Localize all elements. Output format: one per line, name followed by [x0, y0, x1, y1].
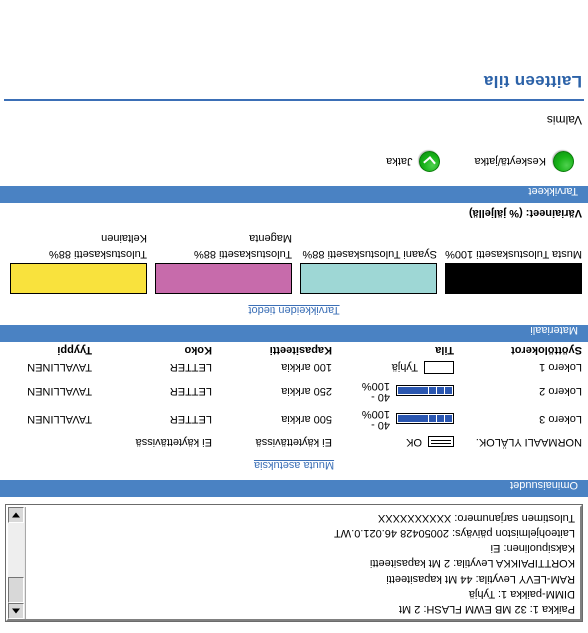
toner-cell-magenta: Tulostuskasetti 88% Magenta — [155, 231, 292, 294]
properties-area: Paikka 1: 32 MB EWM FLASH: 2 Mt DIMM-pai… — [0, 504, 588, 633]
column-header-size: Koko — [184, 344, 213, 356]
scroll-down-arrow-icon[interactable] — [8, 507, 25, 523]
tray-status-text: Tyhjä — [391, 361, 418, 374]
info-line: Laiteohjelmiston päiväys: 20050428 46.02… — [334, 526, 575, 539]
gauge-range-high: 100% — [361, 408, 390, 420]
gauge-range-high: 100% — [361, 380, 390, 392]
scroll-up-arrow-icon[interactable] — [8, 603, 25, 619]
toner-cell-black: Musta Tulostuskasetti 100% — [445, 231, 582, 294]
column-header-capacity: Kapasiteetti — [269, 344, 332, 356]
tray-type: TAVALLINEN — [27, 361, 92, 374]
listbox-scrollbar[interactable] — [8, 507, 26, 619]
pause-resume-label: Keskeytä/jatka — [474, 155, 546, 168]
device-status-text: Valmis — [546, 113, 582, 127]
column-header-source: Syöttölokerot — [511, 344, 582, 356]
device-info-listbox[interactable]: Paikka 1: 32 MB EWM FLASH: 2 Mt DIMM-pai… — [5, 504, 583, 622]
column-header-status: Tila — [435, 344, 454, 356]
tray-source: Lokero 3 — [539, 413, 582, 425]
section-header-material: Materiaali — [0, 324, 588, 342]
toner-caption: Väriaineet: (% jäljellä) — [468, 207, 582, 219]
table-row: Lokero 1 Tyhjä 100 arkkia LETTER TAVALLI… — [0, 358, 588, 377]
green-resume-led-icon — [419, 151, 441, 172]
toner-bar-yellow — [10, 263, 147, 294]
toner-bars-row: Musta Tulostuskasetti 100% Syaani Tulost… — [0, 227, 588, 298]
supplies-button-row: Keskeytä/jatka Jatka — [0, 141, 588, 186]
tray-level-gauge — [396, 413, 454, 425]
tray-capacity: 250 arkkia — [281, 385, 332, 397]
rotated-page-wrapper: Paikka 1: 32 MB EWM FLASH: 2 Mt DIMM-pai… — [0, 0, 588, 633]
toner-label-black: Musta Tulostuskasetti 100% — [445, 248, 582, 260]
column-header-type: Tyyppi — [57, 344, 92, 356]
gauge-range-low: 40 - — [371, 391, 390, 403]
table-header-row: Syöttölokerot Tila Kapasiteetti Koko Tyy… — [0, 342, 588, 358]
tray-size: Ei käytettävissä — [135, 436, 212, 448]
info-line: Paikka 1: 32 MB EWM FLASH: 2 Mt — [398, 603, 575, 615]
change-settings-link[interactable]: Muuta asetuksia — [254, 459, 334, 471]
tray-size: LETTER — [169, 385, 212, 397]
tray-size: LETTER — [169, 413, 212, 425]
tray-size: LETTER — [169, 361, 212, 374]
section-header-supplies: Tarvikkeet — [0, 185, 588, 203]
table-row: Lokero 3 40 - 100% 500 arkkia LETTER TAV… — [0, 405, 588, 433]
scrollbar-track[interactable] — [8, 523, 25, 603]
device-status-page: Paikka 1: 32 MB EWM FLASH: 2 Mt DIMM-pai… — [0, 0, 588, 633]
change-settings-link-wrap: Muuta asetuksia — [0, 453, 588, 480]
section-header-properties: Ominaisuudet — [0, 479, 588, 497]
tray-source: NORMAALI YLÄLOK. — [475, 436, 582, 448]
tray-status-text: OK — [406, 436, 422, 448]
page-title: Laitteen tila — [483, 72, 582, 91]
tray-type: TAVALLINEN — [27, 413, 92, 425]
tray-type — [0, 433, 98, 451]
gauge-range-low: 40 - — [371, 419, 390, 431]
paper-trays-table: NORMAALI YLÄLOK. OK Ei käytettävissä Ei … — [0, 342, 588, 451]
toner-bar-cyan — [300, 263, 437, 294]
supplies-details-link[interactable]: Tarvikkeiden tiedot — [248, 304, 339, 316]
tray-status: OK — [338, 433, 460, 451]
supplies-details-link-wrap: Tarvikkeiden tiedot — [0, 298, 588, 325]
info-line: DIMM-paikka 1: Tyhjä — [468, 587, 575, 600]
tray-capacity: Ei käytettävissä — [255, 436, 332, 448]
toner-label-cyan: Syaani Tulostuskasetti 88% — [302, 248, 437, 260]
toner-color-magenta: Magenta — [249, 232, 292, 244]
toner-bar-magenta — [155, 263, 292, 294]
resume-label: Jatka — [386, 155, 413, 168]
pause-resume-button[interactable]: Keskeytä/jatka — [474, 151, 574, 172]
scrollbar-thumb[interactable] — [8, 577, 25, 603]
toner-bar-black — [445, 263, 582, 294]
toner-cell-yellow: Tulostuskasetti 88% Keltainen — [10, 231, 147, 294]
tray-type: TAVALLINEN — [27, 385, 92, 397]
tray-status-text: 40 - 100% — [361, 380, 390, 403]
tray-level-gauge — [396, 385, 454, 397]
tray-status: 40 - 100% — [338, 377, 460, 405]
green-pause-resume-led-icon — [553, 151, 574, 172]
device-info-lines: Paikka 1: 32 MB EWM FLASH: 2 Mt DIMM-pai… — [26, 507, 580, 619]
tray-status: 40 - 100% — [338, 405, 460, 433]
tray-capacity: 100 arkkia — [281, 361, 332, 374]
title-divider — [4, 99, 584, 101]
resume-button[interactable]: Jatka — [386, 151, 441, 172]
toner-color-yellow: Keltainen — [101, 232, 147, 244]
table-row: NORMAALI YLÄLOK. OK Ei käytettävissä Ei … — [0, 433, 588, 451]
info-line: KORTTIPAIKKA Levytila: 2 Mt kapasiteetti — [369, 557, 575, 570]
tray-source: Lokero 2 — [539, 385, 582, 397]
table-row: Lokero 2 40 - 100% 250 arkkia LETTER TAV… — [0, 377, 588, 405]
output-bin-icon — [428, 436, 454, 448]
toner-label-yellow: Tulostuskasetti 88% — [48, 248, 147, 260]
tray-status-text: 40 - 100% — [361, 408, 390, 431]
info-line: Kaksipuolinen: Ei — [490, 542, 575, 555]
info-line: RAM-LEVY Levytila: 44 Mt kapasiteetti — [386, 572, 575, 585]
tray-capacity: 500 arkkia — [281, 413, 332, 425]
toner-cell-cyan: Syaani Tulostuskasetti 88% — [300, 231, 437, 294]
tray-source: Lokero 1 — [539, 361, 582, 374]
info-line: Tulostimen sarjanumero: XXXXXXXXXX — [377, 511, 575, 524]
empty-tray-icon — [424, 361, 454, 374]
toner-label-magenta: Tulostuskasetti 88% — [193, 248, 292, 260]
tray-status: Tyhjä — [338, 358, 460, 377]
